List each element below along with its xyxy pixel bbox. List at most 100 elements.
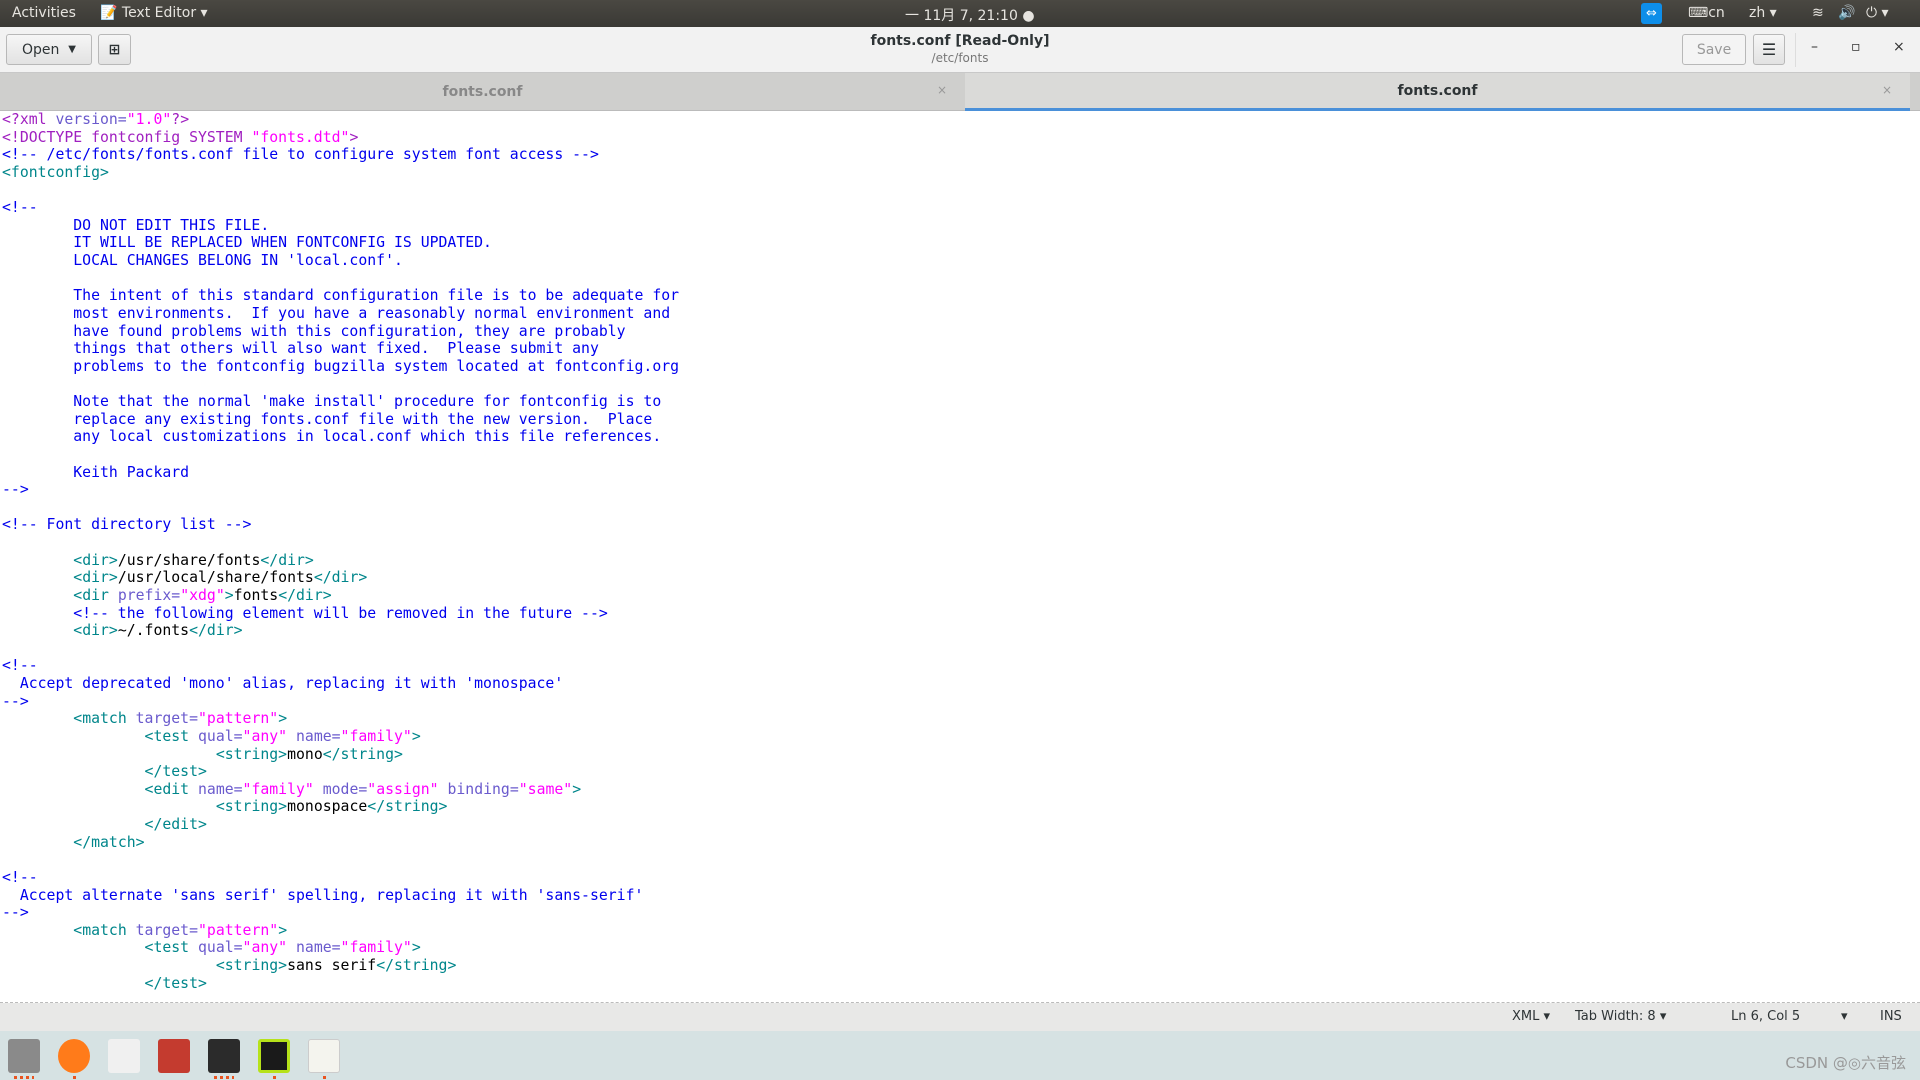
software-center-icon[interactable] xyxy=(108,1039,140,1073)
dock xyxy=(0,1031,1920,1080)
code-token: <string> xyxy=(215,745,288,763)
code-token: > xyxy=(411,727,421,745)
maximize-button[interactable]: ▫ xyxy=(1851,39,1861,55)
code-token: "fonts.dtd" xyxy=(251,128,350,146)
code-line: <string>mono</string> xyxy=(2,746,1910,764)
code-token: <?xml xyxy=(2,111,56,128)
code-token: <!DOCTYPE fontconfig SYSTEM xyxy=(2,128,252,146)
tab-fonts-conf-1[interactable]: fonts.conf × xyxy=(0,73,965,111)
activities-button[interactable]: Activities xyxy=(12,5,76,21)
code-token: name= xyxy=(198,780,243,798)
code-token: fonts xyxy=(233,586,279,604)
code-token: > xyxy=(411,939,421,957)
tab-width-selector[interactable]: Tab Width: 8 ▾ xyxy=(1575,1009,1666,1024)
code-line: <fontconfig> xyxy=(2,164,1910,182)
code-token: <!-- xyxy=(2,657,38,675)
tab-width-label: Tab Width: 8 xyxy=(1575,1009,1656,1024)
code-token: any local customizations in local.conf w… xyxy=(2,428,662,446)
code-line: things that others will also want fixed.… xyxy=(2,340,1910,358)
code-token: name= xyxy=(287,727,341,745)
pycharm-icon[interactable] xyxy=(258,1039,290,1073)
app-menu[interactable]: 📝 Text Editor ▾ xyxy=(100,5,208,21)
language-selector[interactable]: XML ▾ xyxy=(1512,1009,1550,1024)
terminal-icon[interactable] xyxy=(208,1039,240,1073)
code-line: </test> xyxy=(2,763,1910,781)
chevron-down-icon[interactable]: ▾ xyxy=(1841,1009,1848,1024)
power-icon[interactable]: ⏻ ▾ xyxy=(1866,5,1889,21)
code-line: <dir>/usr/share/fonts</dir> xyxy=(2,552,1910,570)
code-line: <string>sans serif</string> xyxy=(2,957,1910,975)
code-token: binding= xyxy=(438,780,519,798)
code-token: <!-- Font directory list --> xyxy=(2,516,252,534)
language-label: XML xyxy=(1512,1009,1540,1024)
code-token: "family" xyxy=(340,727,412,745)
divider xyxy=(1795,33,1796,67)
running-indicator xyxy=(72,1076,76,1079)
code-token: --> xyxy=(2,904,29,922)
code-token: target= xyxy=(135,921,198,939)
text-editor-icon[interactable] xyxy=(308,1039,340,1073)
code-line: most environments. If you have a reasona… xyxy=(2,305,1910,323)
code-token: <match xyxy=(73,921,136,939)
code-line: <string>monospace</string> xyxy=(2,798,1910,816)
system-tools-icon[interactable] xyxy=(158,1039,190,1073)
code-line: <!-- xyxy=(2,657,1910,675)
code-line: problems to the fontconfig bugzilla syst… xyxy=(2,358,1910,376)
close-tab-icon[interactable]: × xyxy=(937,83,947,97)
running-indicator xyxy=(272,1076,276,1079)
code-token: replace any existing fonts.conf file wit… xyxy=(2,410,653,428)
files-icon[interactable] xyxy=(8,1039,40,1073)
clock[interactable]: 一 11月 7, 21:10 ● xyxy=(905,5,1035,25)
cursor-position[interactable]: Ln 6, Col 5 xyxy=(1731,1009,1800,1024)
code-line: <dir>/usr/local/share/fonts</dir> xyxy=(2,569,1910,587)
notification-dot-icon: ● xyxy=(1022,8,1035,24)
code-token: --> xyxy=(2,692,29,710)
code-token: > xyxy=(349,128,359,146)
code-token: <dir> xyxy=(73,622,118,640)
code-token: name= xyxy=(287,939,341,957)
code-token: mode= xyxy=(313,780,368,798)
code-token: <match xyxy=(73,710,136,728)
code-token: have found problems with this configurat… xyxy=(2,322,626,340)
code-token: Accept deprecated 'mono' alias, replacin… xyxy=(2,675,564,692)
code-line: <!-- xyxy=(2,199,1910,217)
code-token: <test xyxy=(144,727,198,745)
teamviewer-icon[interactable]: ⇔ xyxy=(1641,3,1662,24)
code-token: </dir> xyxy=(189,622,243,640)
code-token: </string> xyxy=(376,957,457,974)
code-token: /usr/share/fonts xyxy=(117,551,261,569)
code-line: <test qual="any" name="family"> xyxy=(2,939,1910,957)
tab-fonts-conf-2[interactable]: fonts.conf × xyxy=(965,73,1910,111)
menu-button[interactable]: ☰ xyxy=(1753,34,1785,65)
text-editor-area[interactable]: <?xml version="1.0"?> <!DOCTYPE fontconfi… xyxy=(0,111,1910,1002)
text-editor-icon: 📝 xyxy=(100,5,118,21)
language-label: zh xyxy=(1749,5,1766,21)
code-token: /usr/local/share/fonts xyxy=(117,569,314,587)
code-token: <string> xyxy=(215,957,288,974)
code-token: > xyxy=(278,921,288,939)
volume-icon[interactable]: 🔊 xyxy=(1838,5,1855,21)
code-token: DO NOT EDIT THIS FILE. xyxy=(2,216,270,234)
firefox-icon[interactable] xyxy=(58,1039,90,1073)
code-token: > xyxy=(572,780,582,798)
code-token: </dir> xyxy=(278,586,332,604)
code-token: <string> xyxy=(215,798,288,816)
save-button[interactable]: Save xyxy=(1682,34,1746,65)
close-tab-icon[interactable]: × xyxy=(1882,83,1892,97)
wifi-icon[interactable]: ≋ xyxy=(1812,5,1824,21)
code-line: --> xyxy=(2,904,1910,922)
minimize-button[interactable]: – xyxy=(1811,39,1818,55)
code-line: <!-- the following element will be remov… xyxy=(2,605,1910,623)
language-menu[interactable]: zh ▾ xyxy=(1749,5,1777,21)
code-token: monospace xyxy=(287,798,368,816)
close-button[interactable]: × xyxy=(1893,39,1905,55)
input-method-indicator[interactable]: ⌨cn xyxy=(1688,5,1725,21)
code-token: ?> xyxy=(171,111,190,128)
code-token: <!-- the following element will be remov… xyxy=(2,604,608,622)
